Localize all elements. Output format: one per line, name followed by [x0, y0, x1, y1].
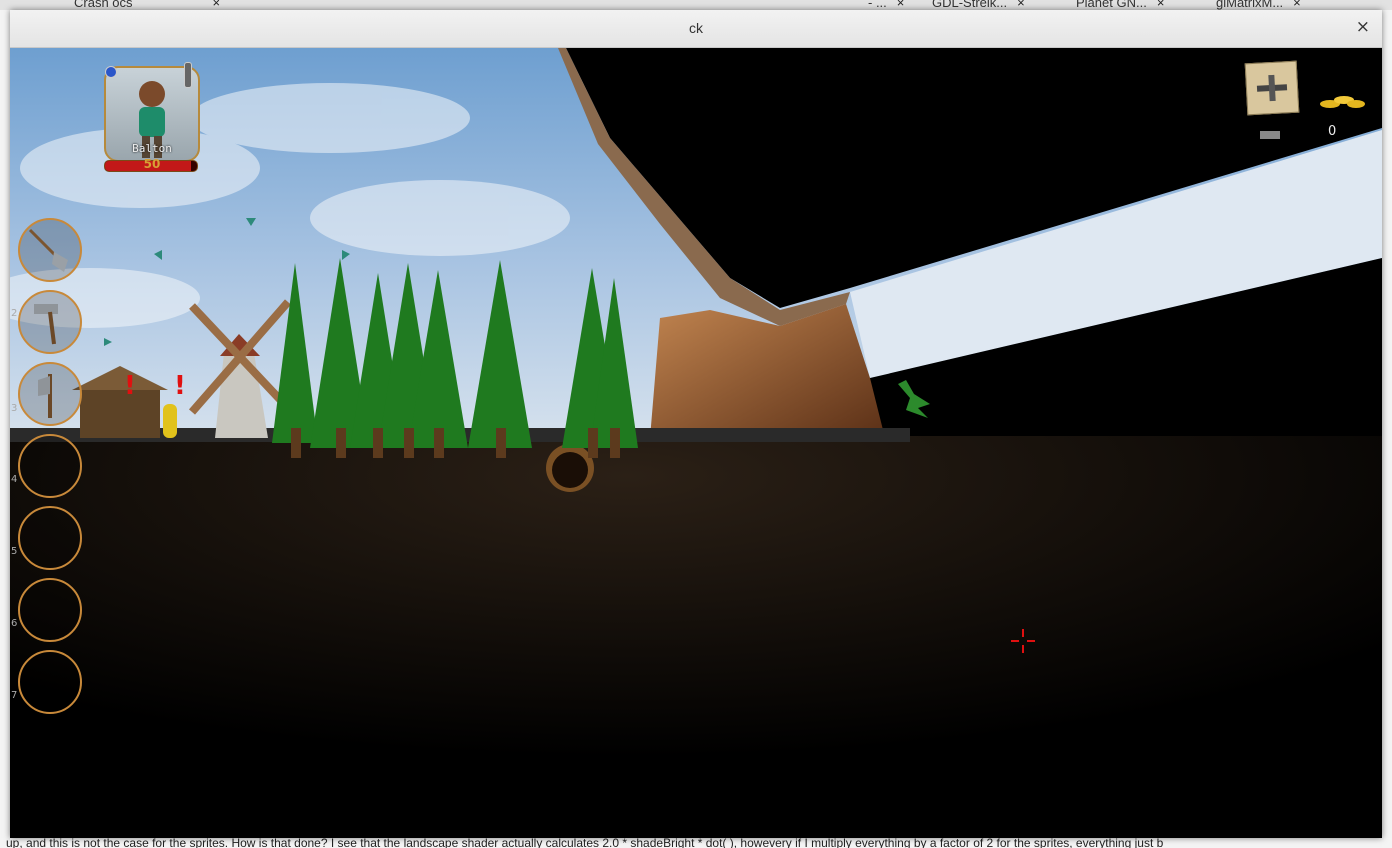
character-name: Balton	[132, 142, 172, 155]
close-icon[interactable]: ×	[897, 0, 905, 10]
close-window-button[interactable]: ×	[1356, 17, 1370, 37]
inventory-slot-1[interactable]	[18, 218, 82, 282]
gold-coins-icon[interactable]	[1318, 92, 1366, 112]
tab-label: Planet GN...	[1076, 0, 1147, 10]
close-icon[interactable]: ×	[213, 0, 221, 10]
inventory-slot-3[interactable]	[18, 362, 82, 426]
background-tab-strip: Crash ocs × - ... × GDL-Streik... × Planet …	[0, 0, 1392, 10]
crosshair-icon	[1011, 629, 1035, 653]
slot-number: 3	[11, 403, 18, 414]
alert-icon: !	[174, 371, 186, 401]
slot-number: 6	[11, 618, 18, 629]
rank-badge-icon	[105, 66, 117, 78]
axe-icon	[38, 374, 52, 418]
background-tab[interactable]: - ... ×	[868, 0, 904, 10]
tab-label: - ...	[868, 0, 887, 10]
background-window-left	[0, 10, 10, 838]
inventory-slot-7[interactable]	[18, 650, 82, 714]
close-icon[interactable]: ×	[1017, 0, 1025, 10]
slot-number: 7	[11, 690, 18, 701]
tab-label: glMatrixM...	[1216, 0, 1284, 10]
gold-count: 0	[1328, 124, 1337, 139]
tab-label: Crash ocs	[74, 0, 133, 10]
airplane-icon	[1256, 74, 1288, 102]
slot-number: 4	[11, 474, 18, 485]
health-value: 50	[143, 157, 161, 171]
lit-rock-pillar	[650, 304, 885, 438]
background-text-line: up, and this is not the case for the spr…	[0, 838, 1392, 848]
game-window: ck × ! ! Balton 50 2 3 4 5 6 7 0	[10, 10, 1382, 838]
game-scene: ! !	[10, 48, 1382, 838]
slot-number: 2	[11, 308, 18, 319]
inventory-slot-6[interactable]	[18, 578, 82, 642]
window-title: ck	[689, 20, 703, 36]
inventory-slot-4[interactable]	[18, 434, 82, 498]
underground	[10, 436, 1382, 838]
alert-icon: !	[124, 371, 136, 401]
yellow-figure	[163, 404, 177, 438]
background-tab[interactable]: glMatrixM... ×	[1216, 0, 1301, 10]
game-viewport[interactable]: ! ! Balton 50 2 3 4 5 6 7 0	[10, 48, 1382, 838]
inventory-slot-2[interactable]	[18, 290, 82, 354]
background-tab[interactable]: Planet GN... ×	[1076, 0, 1164, 10]
background-tab[interactable]: GDL-Streik... ×	[932, 0, 1025, 10]
titlebar[interactable]: ck ×	[10, 10, 1382, 48]
tab-label: GDL-Streik...	[932, 0, 1008, 10]
slot-number: 5	[11, 546, 18, 557]
hammer-icon	[34, 304, 58, 345]
background-tab[interactable]: Crash ocs ×	[74, 0, 220, 10]
background-text: up, and this is not the case for the spr…	[6, 838, 1164, 848]
close-icon[interactable]: ×	[1157, 0, 1165, 10]
background-window-right	[1382, 10, 1392, 838]
inventory-slot-5[interactable]	[18, 506, 82, 570]
portrait-scroll-icon[interactable]	[184, 62, 192, 88]
shovel-icon	[28, 228, 68, 272]
crew-icon[interactable]	[1260, 126, 1280, 139]
close-icon[interactable]: ×	[1293, 0, 1301, 10]
map-icon[interactable]	[1244, 60, 1300, 116]
